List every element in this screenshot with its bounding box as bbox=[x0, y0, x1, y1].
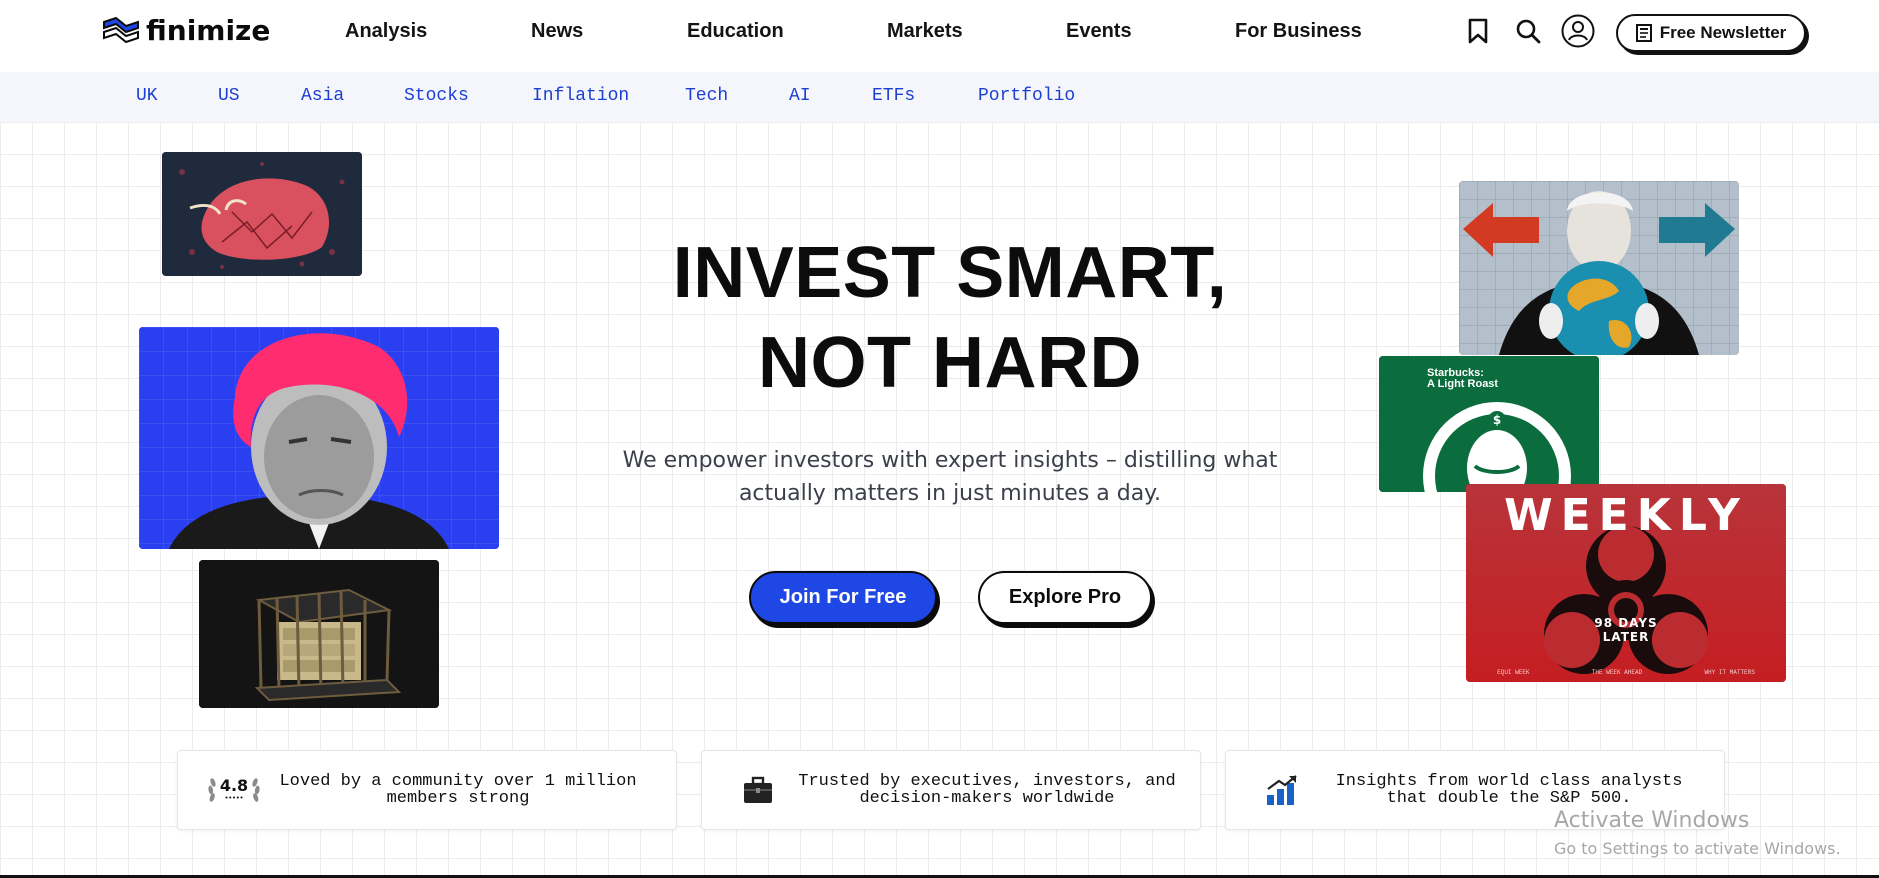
subnav-tech[interactable]: Tech bbox=[685, 86, 728, 106]
free-newsletter-label: Free Newsletter bbox=[1659, 23, 1787, 42]
weekly-title: WEEKLY bbox=[1504, 490, 1748, 541]
nav-analysis[interactable]: Analysis bbox=[345, 20, 427, 43]
weekly-footer-center: THE WEEK AHEAD bbox=[1591, 669, 1643, 676]
subnav-portfolio[interactable]: Portfolio bbox=[978, 86, 1075, 106]
briefcase-icon bbox=[728, 770, 788, 810]
subnav-stocks[interactable]: Stocks bbox=[404, 86, 469, 106]
subnav-us[interactable]: US bbox=[218, 86, 240, 106]
growth-chart-icon bbox=[1252, 770, 1312, 810]
weekly-footer-right: WHY IT MATTERS bbox=[1704, 669, 1755, 676]
windows-activation-watermark: Activate Windows Go to Settings to activ… bbox=[1554, 808, 1841, 858]
hero-headline-line-1: INVEST SMART, bbox=[672, 233, 1228, 313]
weekly-subtitle: 98 DAYS LATER bbox=[1594, 616, 1658, 644]
account-icon[interactable] bbox=[1561, 14, 1595, 48]
svg-text:$: $ bbox=[1493, 413, 1501, 427]
finimize-logo-icon bbox=[103, 16, 139, 43]
thumbnail-weekly[interactable]: WEEKLY 98 DAYS LATER EQUI WEEK THE WEEK … bbox=[1466, 484, 1786, 682]
bookmark-icon[interactable] bbox=[1461, 14, 1495, 48]
weekly-footer-left: EQUI WEEK bbox=[1497, 669, 1530, 676]
nav-markets[interactable]: Markets bbox=[887, 20, 963, 43]
newspaper-icon bbox=[1635, 24, 1652, 42]
hero-headline-line-2: NOT HARD bbox=[758, 323, 1142, 403]
search-icon[interactable] bbox=[1511, 14, 1545, 48]
subnav-etfs[interactable]: ETFs bbox=[872, 86, 915, 106]
portrait-image bbox=[139, 327, 499, 549]
thumbnail-cracked-bull[interactable] bbox=[162, 152, 362, 276]
watermark-line-2: Go to Settings to activate Windows. bbox=[1554, 839, 1841, 858]
laurel-rating-icon: 4.8 bbox=[204, 770, 264, 810]
brand-name: finimize bbox=[146, 14, 271, 47]
thumbnail-tariff-globe[interactable] bbox=[1459, 181, 1739, 355]
tariff-globe-image bbox=[1459, 181, 1739, 355]
trust-card-community: 4.8 Loved by a community over 1 million … bbox=[177, 750, 677, 830]
topic-subnav: UK US Asia Stocks Inflation Tech AI ETFs… bbox=[0, 72, 1879, 122]
brand-logo[interactable]: finimize bbox=[102, 14, 270, 47]
thumbnail-red-hair-portrait[interactable] bbox=[139, 327, 499, 549]
hero-subtitle: We empower investors with expert insight… bbox=[622, 448, 1278, 506]
rating-value: 4.8 bbox=[219, 775, 249, 795]
join-for-free-button[interactable]: Join For Free bbox=[749, 571, 937, 624]
thumbnail-starbucks[interactable]: $ Starbucks: A Light Roast bbox=[1379, 356, 1599, 492]
watermark-line-1: Activate Windows bbox=[1554, 808, 1750, 833]
trust-text-executives: Trusted by executives, investors, and de… bbox=[798, 772, 1176, 808]
subnav-asia[interactable]: Asia bbox=[301, 86, 344, 106]
caged-money-image bbox=[199, 560, 439, 708]
trust-card-executives: Trusted by executives, investors, and de… bbox=[701, 750, 1201, 830]
weekly-footer: EQUI WEEK THE WEEK AHEAD WHY IT MATTERS bbox=[1466, 669, 1786, 676]
subnav-inflation[interactable]: Inflation bbox=[532, 86, 629, 106]
starbucks-caption: Starbucks: A Light Roast bbox=[1427, 367, 1499, 390]
thumbnail-caged-money[interactable] bbox=[199, 560, 439, 708]
nav-education[interactable]: Education bbox=[687, 20, 784, 43]
subnav-ai[interactable]: AI bbox=[789, 86, 811, 106]
site-header: finimize Analysis News Education Markets… bbox=[0, 0, 1879, 72]
nav-events[interactable]: Events bbox=[1066, 20, 1132, 43]
explore-pro-button[interactable]: Explore Pro bbox=[978, 571, 1152, 624]
subnav-uk[interactable]: UK bbox=[136, 86, 158, 106]
trust-text-analysts: Insights from world class analysts that … bbox=[1335, 772, 1683, 808]
nav-news[interactable]: News bbox=[531, 20, 583, 43]
hero-headline: INVEST SMART, NOT HARD bbox=[560, 228, 1340, 408]
cracked-bull-image bbox=[162, 152, 362, 276]
nav-for-business[interactable]: For Business bbox=[1235, 20, 1362, 43]
trust-text-community: Loved by a community over 1 million memb… bbox=[279, 772, 637, 808]
free-newsletter-button[interactable]: Free Newsletter bbox=[1616, 14, 1806, 52]
